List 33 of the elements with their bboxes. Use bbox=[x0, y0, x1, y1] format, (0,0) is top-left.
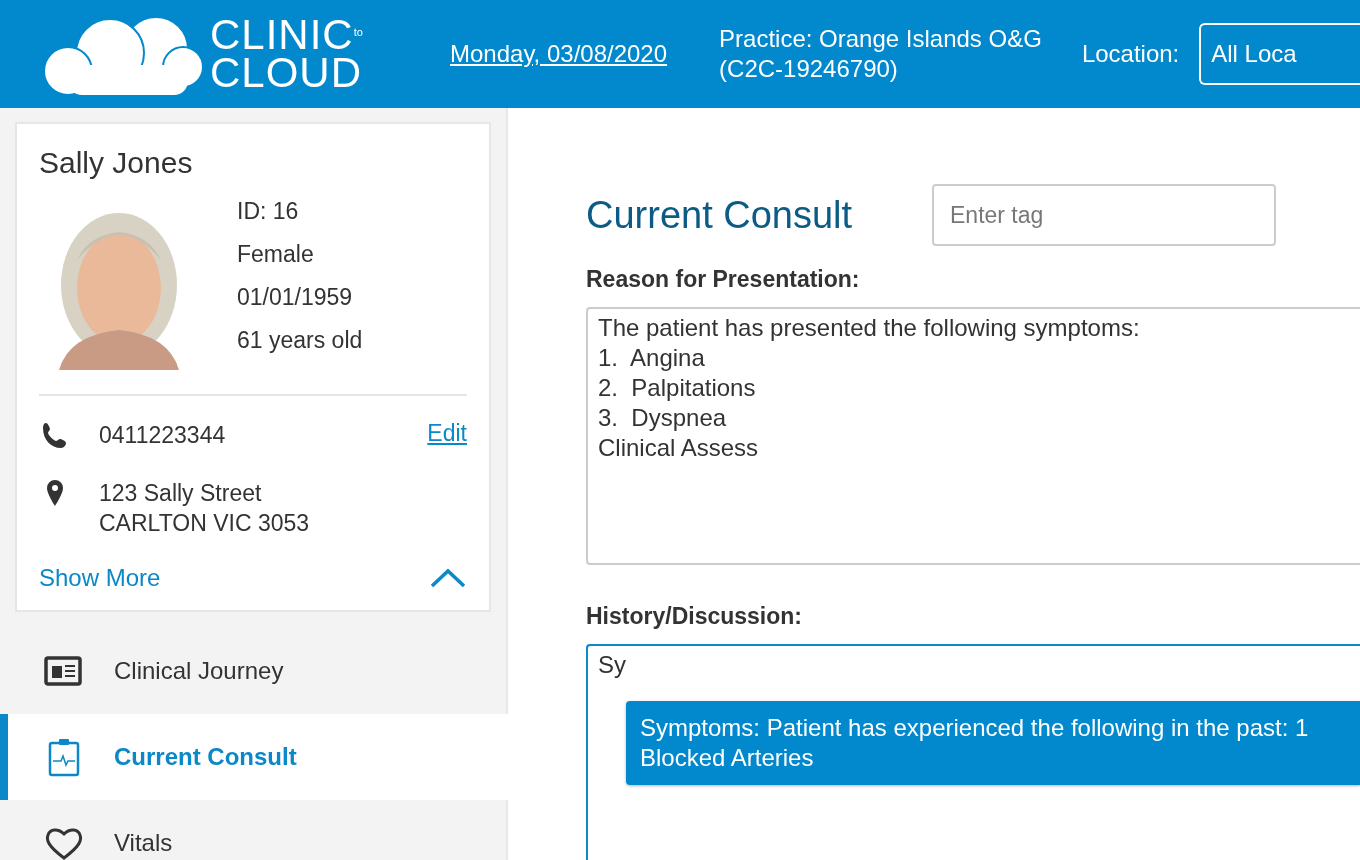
phone-number: 0411223344 bbox=[99, 421, 227, 450]
logo-text: CLOUD bbox=[210, 54, 363, 92]
nav-item[interactable]: Vitals bbox=[0, 800, 506, 860]
logo-text: CLINIC bbox=[210, 16, 354, 54]
text-area[interactable]: The patient has presented the following symptoms: 1. Angina 2. Palpitations 3. Dyspnea Clinical Assess bbox=[586, 307, 1360, 565]
nav-item[interactable]: Current Consult bbox=[0, 714, 508, 800]
nav-label: Vitals bbox=[114, 829, 173, 857]
patient-name: Sally Jones bbox=[39, 146, 194, 180]
patient-detail: 61 years old bbox=[237, 326, 363, 355]
location-dropdown[interactable]: All Loca bbox=[1199, 23, 1360, 85]
address-text: 123 Sally Street bbox=[99, 479, 263, 508]
page-title: Current Consult bbox=[586, 193, 854, 237]
nav-label: Current Consult bbox=[114, 743, 297, 771]
edit-link[interactable]: Edit bbox=[427, 420, 467, 447]
nav-label: Clinical Journey bbox=[114, 657, 284, 685]
location-label: Location: bbox=[1081, 40, 1180, 68]
date-link[interactable]: Monday, 03/08/2020 bbox=[450, 40, 668, 68]
newspaper-icon bbox=[44, 654, 84, 688]
practice-text: Practice: Orange Islands O&G bbox=[719, 24, 1042, 54]
patient-detail: ID: 16 bbox=[237, 197, 300, 226]
heart-icon bbox=[44, 826, 84, 860]
show-more-link[interactable]: Show More bbox=[39, 564, 161, 592]
suggestion-popup[interactable]: Symptoms: Patient has experienced the following in the past: 1 Blocked Arteries bbox=[626, 701, 1360, 785]
logo-text: to bbox=[353, 28, 363, 39]
field-label: Reason for Presentation: bbox=[586, 266, 861, 293]
field-label: History/Discussion: bbox=[586, 603, 803, 630]
nav-item[interactable]: Clinical Journey bbox=[0, 628, 506, 714]
patient-detail: Female bbox=[237, 240, 315, 269]
address-text: CARLTON VIC 3053 bbox=[99, 509, 311, 538]
tag-field[interactable]: Enter tag bbox=[932, 184, 1276, 246]
patient-detail: 01/01/1959 bbox=[237, 283, 354, 312]
chevron-up-icon[interactable] bbox=[429, 567, 467, 589]
practice-text: (C2C-19246790) bbox=[719, 54, 899, 84]
